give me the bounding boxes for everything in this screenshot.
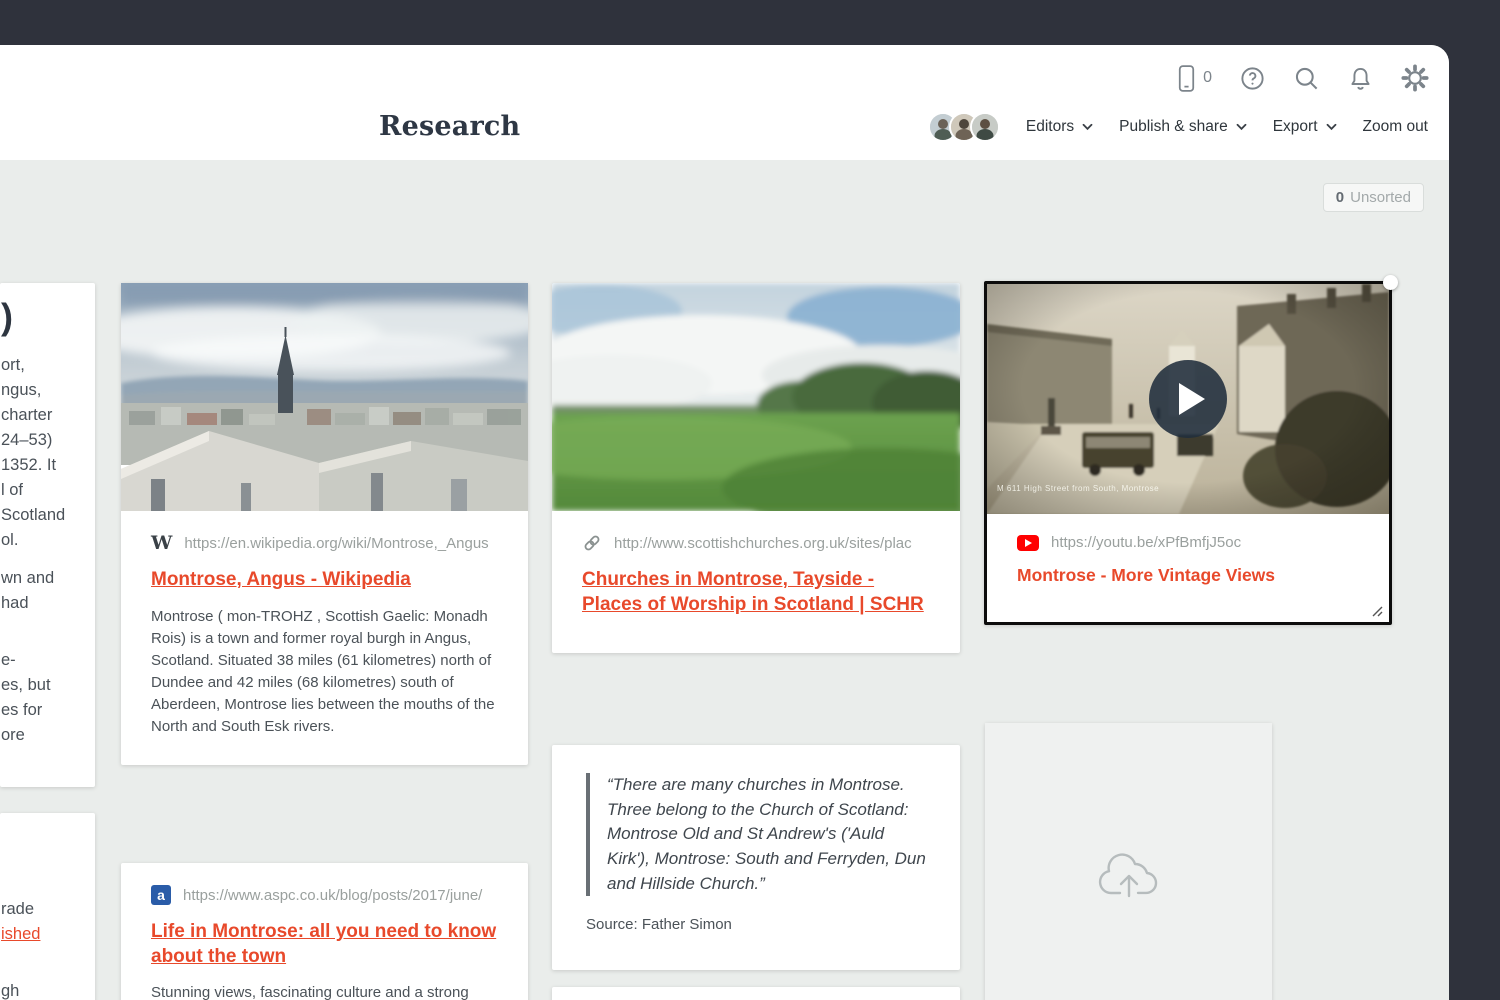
quote-source: Source: Father Simon: [586, 916, 926, 933]
mobile-icon[interactable]: 0: [1176, 64, 1212, 93]
editor-avatars[interactable]: [928, 112, 1000, 142]
editors-menu[interactable]: Editors: [1026, 118, 1093, 136]
quote-text: “There are many churches in Montrose. Th…: [586, 773, 926, 896]
link-url: http://www.scottishchurches.org.uk/sites…: [614, 535, 930, 552]
video-title[interactable]: Montrose - More Vintage Views: [1017, 565, 1275, 586]
aspc-icon: a: [151, 885, 171, 905]
link-description: Montrose ( mon-TROHZ , Scottish Gaelic: …: [151, 606, 498, 738]
selection-handle[interactable]: [1383, 275, 1398, 290]
header-icon-row: 0: [1176, 61, 1429, 95]
mobile-count: 0: [1203, 69, 1212, 87]
link-url: https://en.wikipedia.org/wiki/Montrose,_…: [184, 535, 498, 552]
list-card[interactable]: •Flooding from high seas •Occasional coa…: [552, 987, 960, 1000]
app-header: Research 0: [0, 45, 1449, 160]
link-icon: [582, 533, 602, 553]
note-heading-fragment: ): [1, 297, 89, 337]
upload-card[interactable]: Add a caption: [985, 723, 1272, 1000]
video-card[interactable]: M 611 High Street from South, Montrose h…: [984, 281, 1392, 625]
quote-card[interactable]: “There are many churches in Montrose. Th…: [552, 745, 960, 970]
link-title[interactable]: Life in Montrose: all you need to know a…: [151, 920, 498, 969]
avatar[interactable]: [970, 112, 1000, 142]
link-card-churches[interactable]: http://www.scottishchurches.org.uk/sites…: [552, 283, 960, 653]
link-url: https://www.aspc.co.uk/blog/posts/2017/j…: [183, 887, 498, 904]
play-button[interactable]: [1149, 360, 1227, 438]
resize-handle-icon[interactable]: [1370, 604, 1384, 618]
publish-share-menu[interactable]: Publish & share: [1119, 118, 1247, 136]
board-title: Research: [379, 111, 520, 142]
note-card-fragment-bottom[interactable]: rade ished gh: [0, 813, 95, 1000]
help-icon[interactable]: [1239, 65, 1266, 92]
chevron-down-icon: [1082, 123, 1093, 131]
chevron-down-icon: [1236, 123, 1247, 131]
cloud-upload-icon: [1096, 849, 1162, 901]
link-url: https://youtu.be/xPfBmfjJ5oc: [1051, 534, 1359, 551]
export-menu[interactable]: Export: [1273, 118, 1337, 136]
video-thumbnail: M 611 High Street from South, Montrose: [987, 284, 1389, 514]
app-window: Research 0: [0, 45, 1449, 1000]
bell-icon[interactable]: [1347, 65, 1374, 92]
upload-dropzone[interactable]: [985, 723, 1272, 1000]
link-title[interactable]: Churches in Montrose, Tayside - Places o…: [582, 568, 930, 617]
header-menu-row: Editors Publish & share Export Zoom out: [928, 111, 1428, 143]
zoom-out-button[interactable]: Zoom out: [1363, 118, 1428, 136]
chevron-down-icon: [1326, 123, 1337, 131]
note-card-fragment-top[interactable]: ) ort, ngus, charter 24–53) 1352. It l o…: [0, 283, 95, 787]
unsorted-badge[interactable]: 0 Unsorted: [1323, 183, 1424, 212]
field-thumbnail: [552, 283, 960, 511]
screen: Research 0: [0, 0, 1500, 1000]
fragment-link[interactable]: ished: [1, 925, 40, 943]
youtube-icon: [1017, 535, 1039, 551]
link-description: Stunning views, fascinating culture and …: [151, 982, 498, 1000]
link-title[interactable]: Montrose, Angus - Wikipedia: [151, 568, 411, 593]
search-icon[interactable]: [1293, 65, 1320, 92]
wikipedia-icon: W: [151, 533, 172, 553]
montrose-town-thumbnail: [121, 283, 528, 511]
thumb-caption: M 611 High Street from South, Montrose: [997, 484, 1159, 493]
board-canvas[interactable]: 0 Unsorted ) ort, ngus, charter 24–53) 1…: [0, 160, 1449, 1000]
link-card-aspc[interactable]: a https://www.aspc.co.uk/blog/posts/2017…: [121, 863, 528, 1000]
gear-icon[interactable]: [1401, 64, 1429, 92]
link-card-wikipedia[interactable]: W https://en.wikipedia.org/wiki/Montrose…: [121, 283, 528, 765]
